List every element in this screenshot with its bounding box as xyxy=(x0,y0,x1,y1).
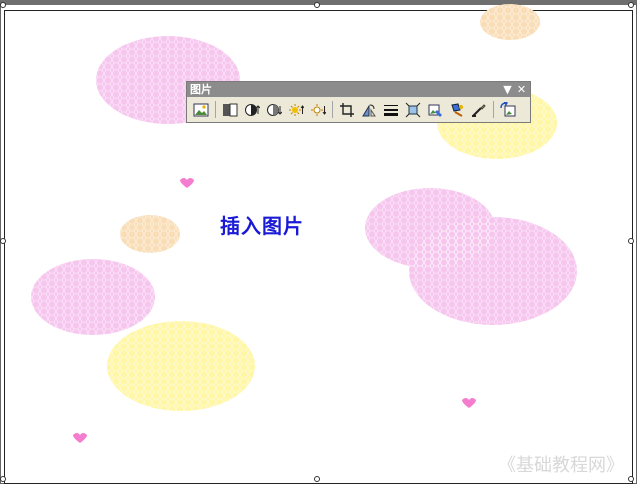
toolbar-title: 图片 xyxy=(190,83,212,96)
close-icon[interactable]: ✕ xyxy=(515,82,528,97)
toolbar-separator xyxy=(332,101,333,118)
more-brightness-icon xyxy=(289,103,304,116)
insert-picture-button[interactable] xyxy=(191,100,211,120)
resize-handle-bottom[interactable] xyxy=(314,476,320,482)
color-icon xyxy=(223,103,238,116)
heart-shape xyxy=(462,398,476,408)
compress-pictures-button[interactable] xyxy=(403,100,423,120)
line-style-icon xyxy=(384,104,398,116)
toolbar-titlebar[interactable]: 图片 ▼ ✕ xyxy=(187,82,530,97)
crop-icon xyxy=(340,102,354,117)
set-transparent-color-icon xyxy=(472,103,486,117)
heart-shape xyxy=(73,433,87,443)
canvas-title: 插入图片 xyxy=(220,214,304,238)
less-contrast-button[interactable] xyxy=(264,100,284,120)
watermark: 《基础教程网》 xyxy=(498,455,624,476)
resize-handle-top-left[interactable] xyxy=(0,2,6,8)
rotate-left-icon xyxy=(362,103,376,116)
recolor-picture-icon xyxy=(428,104,442,117)
picture-toolbar: 图片 ▼ ✕ xyxy=(186,81,531,123)
toolbar-buttons xyxy=(187,97,530,122)
toolbar-separator xyxy=(215,101,216,118)
set-transparent-color-button[interactable] xyxy=(469,100,489,120)
insert-picture-icon xyxy=(193,103,209,116)
background-picture xyxy=(31,4,577,443)
more-contrast-icon xyxy=(245,103,260,116)
heart-shape xyxy=(180,178,194,188)
reset-picture-button[interactable] xyxy=(498,100,518,120)
rotate-left-button[interactable] xyxy=(359,100,379,120)
resize-handle-top-right[interactable] xyxy=(628,2,634,8)
toolbar-separator xyxy=(493,101,494,118)
resize-handle-left[interactable] xyxy=(0,238,6,244)
format-picture-icon xyxy=(451,102,463,117)
less-contrast-icon xyxy=(267,103,282,116)
recolor-picture-button[interactable] xyxy=(425,100,445,120)
resize-handle-bottom-left[interactable] xyxy=(0,476,6,482)
resize-handle-right[interactable] xyxy=(628,238,634,244)
line-style-button[interactable] xyxy=(381,100,401,120)
resize-handle-bottom-right[interactable] xyxy=(628,476,634,482)
toolbar-options-icon[interactable]: ▼ xyxy=(501,82,514,97)
compress-pictures-icon xyxy=(405,102,421,117)
more-brightness-button[interactable] xyxy=(286,100,306,120)
format-picture-button[interactable] xyxy=(447,100,467,120)
color-button[interactable] xyxy=(220,100,240,120)
less-brightness-icon xyxy=(311,103,326,116)
less-brightness-button[interactable] xyxy=(308,100,328,120)
reset-picture-icon xyxy=(500,101,516,116)
crop-button[interactable] xyxy=(337,100,357,120)
resize-handle-top[interactable] xyxy=(314,2,320,8)
more-contrast-button[interactable] xyxy=(242,100,262,120)
